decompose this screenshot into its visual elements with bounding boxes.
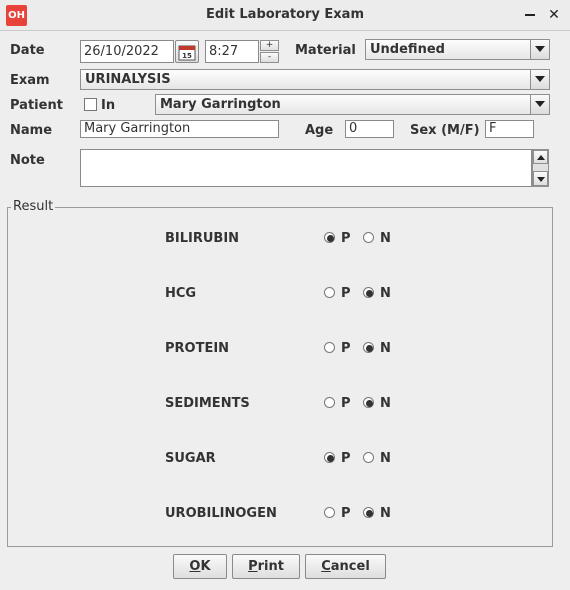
result-radio-p-label: P bbox=[341, 286, 351, 301]
result-radio-p[interactable] bbox=[324, 452, 335, 463]
in-checkbox[interactable] bbox=[84, 98, 97, 111]
calendar-icon: 15 bbox=[178, 45, 196, 61]
result-radio-n[interactable] bbox=[363, 287, 374, 298]
result-radio-n-label: N bbox=[380, 451, 391, 466]
result-row-label: HCG bbox=[165, 286, 197, 301]
result-group bbox=[7, 207, 553, 547]
cancel-mnemonic: C bbox=[321, 559, 331, 574]
calendar-day-text: 15 bbox=[182, 52, 192, 60]
result-radio-n-label: N bbox=[380, 231, 391, 246]
note-label: Note bbox=[10, 153, 45, 168]
close-icon: ✕ bbox=[548, 7, 560, 23]
close-button[interactable]: ✕ bbox=[545, 6, 563, 24]
exam-select-value: URINALYSIS bbox=[85, 72, 171, 87]
patient-select[interactable]: Mary Garrington bbox=[155, 94, 550, 115]
result-row-label: BILIRUBIN bbox=[165, 231, 240, 246]
date-label: Date bbox=[10, 43, 45, 58]
time-increment-button[interactable]: + bbox=[260, 40, 279, 51]
material-label: Material bbox=[295, 43, 356, 58]
scroll-down-button[interactable] bbox=[533, 171, 548, 186]
result-row-label: UROBILINOGEN bbox=[165, 506, 277, 521]
time-input[interactable]: 8:27 bbox=[205, 40, 259, 63]
time-decrement-button[interactable]: - bbox=[260, 52, 279, 63]
in-checkbox-label: In bbox=[101, 98, 116, 113]
result-radio-p[interactable] bbox=[324, 287, 335, 298]
chevron-down-icon bbox=[530, 95, 549, 114]
chevron-down-icon bbox=[530, 40, 549, 59]
sex-input[interactable]: F bbox=[485, 120, 534, 138]
result-radio-p-label: P bbox=[341, 231, 351, 246]
result-row-label: PROTEIN bbox=[165, 341, 230, 356]
note-textarea[interactable] bbox=[80, 149, 532, 187]
result-radio-p[interactable] bbox=[324, 397, 335, 408]
minimize-icon bbox=[525, 14, 535, 16]
sex-label: Sex (M/F) bbox=[410, 123, 480, 138]
result-radio-n-label: N bbox=[380, 506, 391, 521]
print-mnemonic: P bbox=[248, 559, 258, 574]
scroll-up-button[interactable] bbox=[533, 150, 548, 164]
result-radio-n-label: N bbox=[380, 396, 391, 411]
result-radio-p[interactable] bbox=[324, 232, 335, 243]
name-input[interactable]: Mary Garrington bbox=[80, 120, 279, 138]
result-radio-n[interactable] bbox=[363, 232, 374, 243]
arrow-down-icon bbox=[537, 177, 545, 182]
ok-label-rest: K bbox=[200, 559, 211, 574]
result-row-label: SEDIMENTS bbox=[165, 396, 250, 411]
calendar-button[interactable]: 15 bbox=[175, 40, 199, 63]
result-radio-p-label: P bbox=[341, 506, 351, 521]
result-legend: Result bbox=[11, 199, 56, 214]
result-radio-n-label: N bbox=[380, 286, 391, 301]
chevron-down-icon bbox=[530, 70, 549, 89]
result-radio-p-label: P bbox=[341, 396, 351, 411]
arrow-up-icon bbox=[537, 155, 545, 160]
age-label: Age bbox=[305, 123, 334, 138]
material-select[interactable]: Undefined bbox=[365, 39, 550, 60]
result-row-label: SUGAR bbox=[165, 451, 216, 466]
cancel-label-rest: ancel bbox=[330, 559, 370, 574]
print-label-rest: rint bbox=[257, 559, 284, 574]
result-radio-n-label: N bbox=[380, 341, 391, 356]
ok-button[interactable]: OK bbox=[173, 554, 227, 579]
result-radio-p-label: P bbox=[341, 341, 351, 356]
material-select-value: Undefined bbox=[370, 42, 445, 57]
print-button[interactable]: Print bbox=[232, 554, 300, 579]
exam-label: Exam bbox=[10, 73, 50, 88]
result-radio-n[interactable] bbox=[363, 507, 374, 518]
name-label: Name bbox=[10, 123, 53, 138]
result-radio-p-label: P bbox=[341, 451, 351, 466]
result-radio-p[interactable] bbox=[324, 507, 335, 518]
result-radio-n[interactable] bbox=[363, 452, 374, 463]
patient-label: Patient bbox=[10, 98, 63, 113]
age-input[interactable]: 0 bbox=[345, 120, 394, 138]
result-radio-p[interactable] bbox=[324, 342, 335, 353]
exam-select[interactable]: URINALYSIS bbox=[80, 69, 550, 90]
result-radio-n[interactable] bbox=[363, 342, 374, 353]
patient-select-value: Mary Garrington bbox=[160, 97, 281, 112]
date-input[interactable]: 26/10/2022 bbox=[80, 40, 174, 63]
window-title: Edit Laboratory Exam bbox=[206, 7, 364, 22]
ok-mnemonic: O bbox=[189, 559, 201, 574]
cancel-button[interactable]: Cancel bbox=[305, 554, 386, 579]
minimize-button[interactable] bbox=[521, 6, 539, 24]
result-radio-n[interactable] bbox=[363, 397, 374, 408]
